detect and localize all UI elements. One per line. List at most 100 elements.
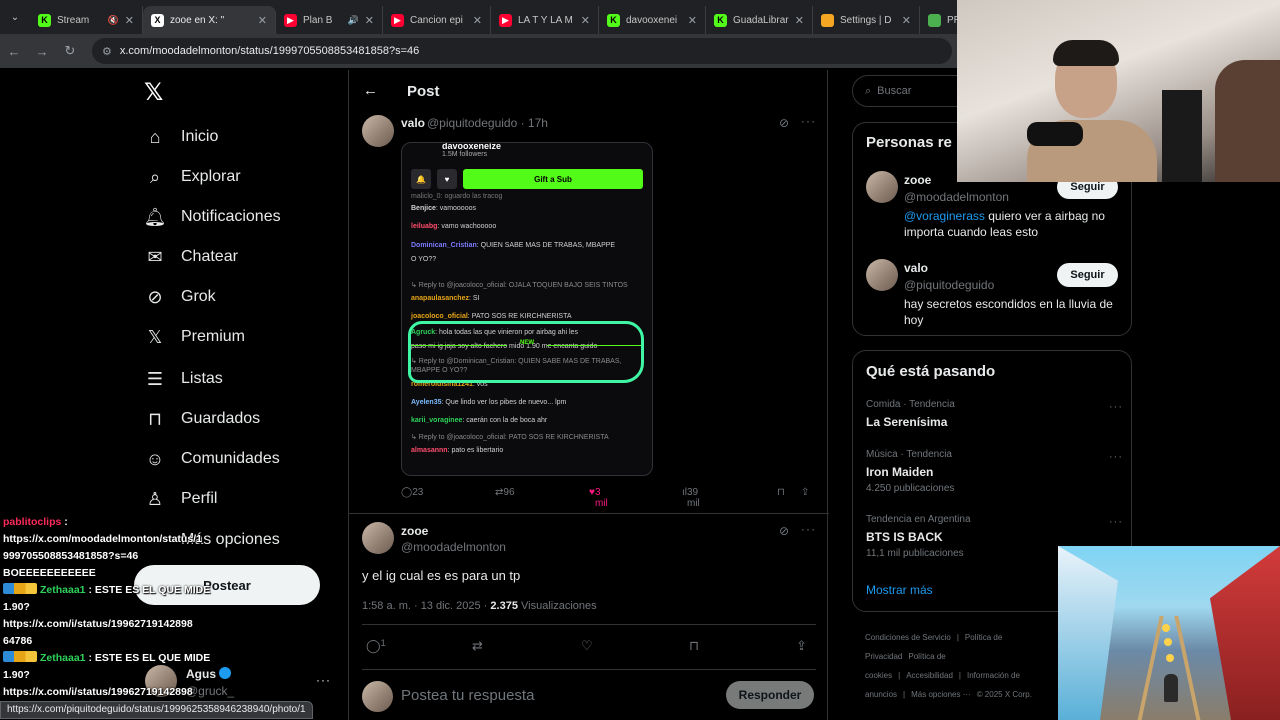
browser-tab[interactable]: K GuadaLibrar ✕ <box>706 6 813 34</box>
bookmark-icon[interactable]: ⊓ <box>689 638 699 654</box>
nav-item-grok[interactable]: ⊘ Grok <box>144 285 216 309</box>
close-tab-icon[interactable]: ✕ <box>258 14 267 27</box>
back-icon[interactable]: ← <box>0 44 28 59</box>
footer-link[interactable]: Más opciones ··· <box>911 690 971 699</box>
reply-input[interactable]: Postea tu respuesta <box>401 687 534 704</box>
followers-count: 1.5M followers <box>442 151 488 158</box>
tab-search-icon[interactable]: ⌄ <box>0 0 30 34</box>
browser-tab[interactable]: Xzooe en X: " ✕ <box>143 6 276 34</box>
share-icon[interactable]: ⇪ <box>801 487 809 498</box>
trend-name[interactable]: La Serenísima <box>866 415 947 429</box>
audio-icon[interactable]: 🔊 <box>348 15 359 26</box>
user-handle[interactable]: @moodadelmonton <box>904 190 1009 204</box>
nav-item-inicio[interactable]: ⌂ Inicio <box>144 125 219 149</box>
kick-icon: K <box>607 13 620 27</box>
like-action[interactable]: ♥ 3 mil <box>589 487 608 509</box>
chat-line: maliclo_0: oguardo las tracog <box>411 193 503 200</box>
nav-item-premium[interactable]: 𝕏 Premium <box>144 325 245 349</box>
chair <box>1162 90 1202 182</box>
nav-item-comunidades[interactable]: ☺ Comunidades <box>144 447 280 471</box>
more-icon[interactable]: ··· <box>801 114 816 128</box>
repost-action[interactable]: ⇄ 96 <box>495 487 515 498</box>
grok-icon[interactable]: ⊘ <box>779 116 789 130</box>
user-name[interactable]: valo <box>904 261 928 275</box>
close-tab-icon[interactable]: ✕ <box>473 14 482 27</box>
chat-text: : <box>61 516 68 528</box>
close-tab-icon[interactable]: ✕ <box>902 14 911 27</box>
nav-item-chatear[interactable]: ✉ Chatear <box>144 245 238 269</box>
tweet-author-handle[interactable]: @moodadelmonton <box>401 540 506 554</box>
avatar[interactable] <box>866 171 898 203</box>
background-person <box>1215 60 1280 182</box>
more-icon[interactable]: ··· <box>801 522 816 536</box>
tweet-author-name[interactable]: zooe <box>401 524 428 538</box>
reply-action[interactable]: ◯ 23 <box>401 487 423 498</box>
site-info-icon[interactable]: ⚙ <box>102 45 112 58</box>
settings-icon <box>821 13 834 27</box>
avatar[interactable] <box>362 522 394 554</box>
trend-name[interactable]: Iron Maiden <box>866 465 933 479</box>
share-icon[interactable]: ⇪ <box>796 638 807 654</box>
like-icon[interactable]: ♡ <box>581 638 593 654</box>
browser-tab[interactable]: ▶ Plan B 🔊 ✕ <box>276 6 383 34</box>
more-icon[interactable]: ··· <box>1109 451 1123 463</box>
footer-link[interactable]: © 2025 X Corp. <box>977 690 1032 699</box>
forward-icon[interactable]: → <box>28 44 56 59</box>
footer-link[interactable]: Accesibilidad <box>906 671 953 680</box>
highlight-stroke <box>408 321 644 383</box>
avatar[interactable] <box>866 259 898 291</box>
tweet-image[interactable]: davooxeneize 1.5M followers 🔔 ♥ Gift a S… <box>401 142 653 476</box>
reply-button[interactable]: Responder <box>726 681 814 709</box>
close-tab-icon[interactable]: ✕ <box>581 14 590 27</box>
browser-tab[interactable]: Settings | D ✕ <box>813 6 920 34</box>
browser-tab[interactable]: ▶ LA T Y LA M ✕ <box>491 6 599 34</box>
nav-item-perfil[interactable]: ♙ Perfil <box>144 487 218 511</box>
reload-icon[interactable]: ↻ <box>56 43 84 59</box>
views-action[interactable]: ıl 39 mil <box>682 487 700 509</box>
nav-item-explorar[interactable]: ⌕ Explorar <box>144 165 241 189</box>
more-icon[interactable]: ··· <box>1109 516 1123 528</box>
browser-tab[interactable]: ▶ Cancion epi ✕ <box>383 6 491 34</box>
close-tab-icon[interactable]: ✕ <box>365 14 374 27</box>
follow-button[interactable]: Seguir <box>1057 263 1118 287</box>
coin-icon <box>1162 624 1170 632</box>
back-arrow-icon[interactable]: ← <box>363 82 378 99</box>
chat-text: ↳ Reply to @joacoloco_oficial: PATO SOS … <box>411 434 609 441</box>
x-logo-icon[interactable]: 𝕏 <box>144 78 163 107</box>
footer-link[interactable]: Condiciones de Servicio <box>865 633 951 642</box>
nav-item-guardados[interactable]: ⊓ Guardados <box>144 407 260 431</box>
browser-tab[interactable]: Kdavooxenei ✕ <box>599 6 706 34</box>
tweet-author-name[interactable]: valo <box>401 116 425 130</box>
user-handle[interactable]: @piquitodeguido <box>904 278 994 292</box>
separator: | <box>898 671 901 680</box>
show-more-link[interactable]: Mostrar más <box>866 583 933 597</box>
user-name[interactable]: zooe <box>904 173 931 187</box>
close-tab-icon[interactable]: ✕ <box>795 14 804 27</box>
nav-item-listas[interactable]: ☰ Listas <box>144 367 223 391</box>
chat-username: Ayelen35 <box>411 399 442 406</box>
tweet-actions: ◯ 1 ⇄ ♡ ⊓ ⇪ <box>362 638 816 656</box>
muted-icon[interactable]: 🔇 <box>108 15 119 26</box>
bookmark-icon[interactable]: ⊓ <box>777 487 785 498</box>
reply-action[interactable]: ◯ 1 <box>366 638 386 654</box>
chat-username: Zethaaa1 <box>40 584 86 596</box>
x-icon: 𝕏 <box>147 326 163 347</box>
repost-icon[interactable]: ⇄ <box>472 638 483 654</box>
more-icon[interactable]: ··· <box>1109 401 1123 413</box>
people-icon: ☺ <box>145 448 165 469</box>
tweet-timestamp[interactable]: 1:58 a. m. · 13 dic. 2025 · <box>362 600 490 612</box>
close-tab-icon[interactable]: ✕ <box>688 14 697 27</box>
nav-item-label: Chatear <box>181 248 238 265</box>
nav-item-notificaciones[interactable]: 🔔︎ Notificaciones <box>144 205 281 229</box>
close-tab-icon[interactable]: ✕ <box>125 14 134 27</box>
browser-tab[interactable]: K Stream 🔇 ✕ <box>30 6 143 34</box>
stream-chat-line: Zethaaa1 : ESTE ES EL QUE MIDE <box>0 650 330 667</box>
address-bar[interactable]: ⚙ x.com/moodadelmonton/status/1999705508… <box>92 38 952 64</box>
tweet-author-handle[interactable]: @piquitodeguido · 17h <box>427 116 548 130</box>
grok-icon[interactable]: ⊘ <box>779 524 789 538</box>
trend-category: Música · Tendencia <box>866 449 952 460</box>
avatar[interactable] <box>362 115 394 147</box>
nav-item-label: Grok <box>181 288 216 305</box>
trend-name[interactable]: BTS IS BACK <box>866 530 943 544</box>
chat-text: O YO?? <box>411 256 437 263</box>
